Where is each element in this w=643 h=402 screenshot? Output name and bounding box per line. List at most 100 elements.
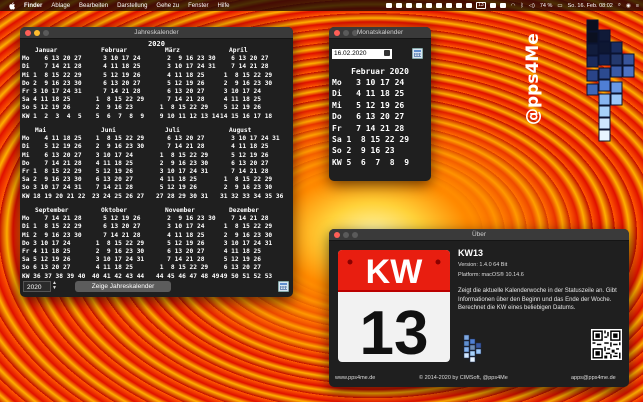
month-januar: Januar Mo 6 13 20 27 Di 7 14 21 28 Mi 1 8… — [22, 47, 82, 121]
month-name: Mai — [35, 127, 47, 134]
minimize-button[interactable] — [343, 231, 349, 238]
status-app-icon[interactable] — [396, 3, 403, 8]
spotlight-search-icon[interactable]: ⌕ — [618, 2, 621, 9]
month-februar: Februar 3 10 17 24 4 11 18 25 5 12 19 26… — [92, 47, 144, 121]
status-app-icon[interactable] — [426, 3, 433, 8]
close-button[interactable] — [25, 29, 31, 36]
status-app-icon[interactable] — [386, 3, 393, 8]
status-area: 13 ◠ ᛒ ◁) 74 % ▭ So. 16. Feb. 08:02 ⌕ ◉ … — [382, 0, 639, 11]
email-link[interactable]: apps@pps4me.de — [571, 375, 616, 381]
siri-icon[interactable]: ◉ — [626, 3, 631, 9]
battery-icon[interactable]: ▭ — [557, 3, 562, 9]
zoom-button[interactable] — [352, 231, 358, 238]
month-april: April 6 13 20 27 7 14 21 28 1 8 15 22 29… — [220, 47, 272, 121]
status-app-icon[interactable] — [499, 3, 506, 8]
show-year-calendar-button[interactable]: Zeige Jahreskalender — [75, 281, 171, 292]
about-titlebar[interactable]: Über — [329, 229, 629, 241]
status-app-icon[interactable] — [406, 3, 413, 8]
month-november: November 2 9 16 23 30 3 10 17 24 4 11 18… — [156, 207, 219, 281]
date-picker-icon[interactable] — [384, 50, 390, 56]
window-title: Jahreskalender — [134, 29, 179, 36]
minimize-button[interactable] — [343, 29, 349, 36]
year-input[interactable]: 2020 — [23, 281, 51, 292]
wifi-icon[interactable]: ◠ — [511, 3, 516, 9]
jahreskalender-footer: 2020 ▲ ▼ Zeige Jahreskalender — [20, 277, 293, 297]
jahreskalender-titlebar[interactable]: Jahreskalender — [20, 27, 293, 39]
month-grid: Mo 4 11 18 25 Di 5 12 19 26 Mi 6 13 20 2… — [22, 135, 86, 200]
app-platform: Platform: macOS® 10.14.6 — [458, 272, 524, 278]
jahreskalender-window: Jahreskalender 2020 Januar Mo 6 13 20 27 … — [20, 27, 293, 297]
close-button[interactable] — [334, 29, 340, 36]
month-grid: 1 8 15 22 29 2 9 16 23 30 3 10 17 24 4 1… — [92, 135, 145, 200]
volume-icon[interactable]: ◁) — [529, 3, 535, 9]
month-title: Februar 2020 — [351, 67, 409, 76]
copyright-text: © 2014-2020 by CIMSoft, @pps4Me — [419, 375, 508, 381]
month-name: Dezember — [229, 207, 259, 214]
menu-finder[interactable]: Finder — [24, 3, 42, 9]
clock[interactable]: So. 16. Feb. 08:02 — [568, 3, 613, 9]
status-app-icon[interactable] — [416, 3, 423, 8]
month-name: Juni — [101, 127, 116, 134]
about-window: Über KW 13 KW13 Version: 1.4.0 64 Bit Pl… — [329, 229, 629, 387]
calendar-grid-icon — [463, 334, 482, 363]
kw-label: KW — [366, 253, 424, 291]
month-grid: 7 14 21 28 1 8 15 22 29 2 9 16 23 30 3 1… — [220, 215, 273, 280]
logo-text: @pps4Me — [523, 33, 543, 125]
month-grid: Mo 6 13 20 27 Di 7 14 21 28 Mi 1 8 15 22… — [22, 55, 82, 120]
month-grid: 5 12 19 26 6 13 20 27 7 14 21 28 1 8 15 … — [92, 215, 145, 280]
menu-fenster[interactable]: Fenster — [188, 3, 208, 9]
month-grid: Mo 3 10 17 24 Di 4 11 18 25 Mi 5 12 19 2… — [332, 78, 410, 167]
month-dezember: Dezember 7 14 21 28 1 8 15 22 29 2 9 16 … — [220, 207, 272, 281]
monatskalender-window: Monatskalender 16.02.2020 Februar 2020 M… — [329, 27, 431, 181]
month-grid: Mo 7 14 21 28 Di 1 8 15 22 29 Mi 2 9 16 … — [22, 215, 86, 280]
zoom-button[interactable] — [43, 29, 49, 36]
month-grid: 2 9 16 23 30 3 10 17 24 31 4 11 18 25 5 … — [159, 55, 220, 120]
month-maerz: März 2 9 16 23 30 3 10 17 24 31 4 11 18 … — [156, 47, 220, 121]
month-name: November — [165, 207, 195, 214]
month-mai: Mai Mo 4 11 18 25 Di 5 12 19 26 Mi 6 13 2… — [22, 127, 85, 201]
menu-darstellung[interactable]: Darstellung — [117, 3, 147, 9]
bluetooth-icon[interactable]: ᛒ — [520, 3, 523, 9]
app-version: Version: 1.4.0 64 Bit — [458, 262, 508, 268]
calendar-icon[interactable] — [278, 281, 289, 292]
menu-hilfe[interactable]: Hilfe — [217, 3, 229, 9]
notification-center-icon[interactable]: ≡ — [636, 3, 639, 9]
status-app-icon[interactable] — [456, 3, 463, 8]
status-app-icon[interactable] — [446, 3, 453, 8]
menu-gehe-zu[interactable]: Gehe zu — [156, 3, 179, 9]
window-title: Über — [471, 231, 487, 238]
menu-ablage[interactable]: Ablage — [51, 3, 70, 9]
month-name: März — [165, 47, 180, 54]
menu-bearbeiten[interactable]: Bearbeiten — [79, 3, 108, 9]
month-juni: Juni 1 8 15 22 29 2 9 16 23 30 3 10 17 2… — [92, 127, 144, 201]
month-name: August — [229, 127, 252, 134]
month-oktober: Oktober 5 12 19 26 6 13 20 27 7 14 21 28… — [92, 207, 144, 281]
month-grid: 3 10 17 24 4 11 18 25 5 12 19 26 6 13 20… — [95, 55, 145, 120]
month-grid: 6 13 20 27 7 14 21 28 1 8 15 22 29 2 9 1… — [220, 55, 273, 120]
close-button[interactable] — [334, 231, 340, 238]
minimize-button[interactable] — [34, 29, 40, 36]
month-grid: 3 10 17 24 31 4 11 18 25 5 12 19 26 6 13… — [220, 135, 284, 200]
calendar-icon[interactable] — [412, 48, 423, 59]
app-description: Zeigt die aktuelle Kalenderwoche in der … — [458, 288, 617, 311]
battery-percent[interactable]: 74 % — [540, 3, 553, 9]
app-name: KW13 — [458, 248, 484, 258]
status-app-icon[interactable] — [436, 3, 443, 8]
year-stepper[interactable]: ▲ ▼ — [51, 281, 58, 292]
qr-code-icon — [591, 329, 622, 360]
month-name: Januar — [35, 47, 58, 54]
status-app-icon[interactable] — [466, 3, 473, 8]
kw-status-badge[interactable]: 13 — [476, 2, 486, 9]
monatskalender-titlebar[interactable]: Monatskalender — [329, 27, 431, 39]
date-input[interactable]: 16.02.2020 — [332, 49, 392, 59]
apple-menu-icon[interactable] — [8, 1, 16, 10]
month-august: August 3 10 17 24 31 4 11 18 25 5 12 19 … — [220, 127, 283, 201]
month-name: Juli — [165, 127, 180, 134]
month-grid: 6 13 20 27 7 14 21 28 1 8 15 22 29 2 9 1… — [156, 135, 209, 200]
zoom-button[interactable] — [352, 29, 358, 36]
website-link[interactable]: www.pps4me.de — [335, 375, 375, 381]
month-name: Februar — [101, 47, 128, 54]
status-app-icon[interactable] — [489, 3, 496, 8]
kw-number: 13 — [360, 299, 429, 364]
kw13-app-icon: KW 13 — [338, 250, 450, 364]
